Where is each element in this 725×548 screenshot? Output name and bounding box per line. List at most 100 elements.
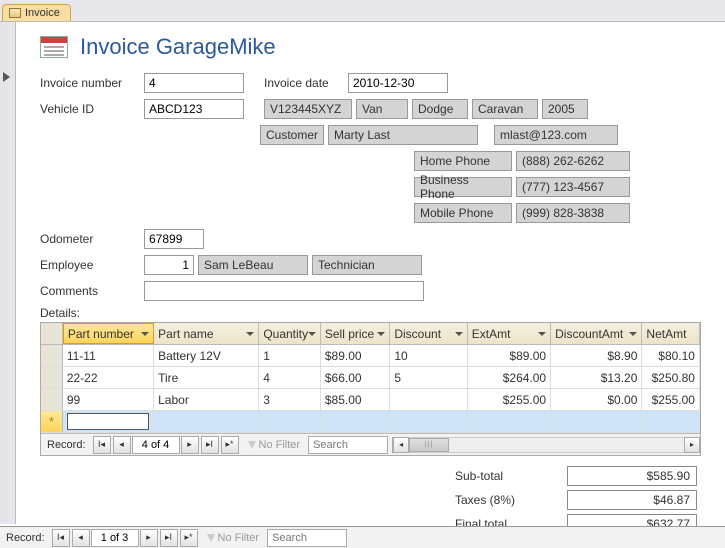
cell-extamt[interactable]: $264.00 bbox=[468, 367, 551, 388]
chevron-down-icon bbox=[141, 332, 149, 336]
label-details: Details: bbox=[40, 306, 701, 320]
vehicle-id-field[interactable] bbox=[144, 99, 244, 119]
main-nav-prev-button[interactable]: ◂ bbox=[72, 529, 90, 547]
cell-quantity[interactable]: 3 bbox=[259, 389, 321, 410]
cell-part-name[interactable]: Battery 12V bbox=[154, 345, 259, 366]
scroll-left-button[interactable]: ◂ bbox=[393, 437, 409, 453]
label-employee: Employee bbox=[40, 258, 140, 272]
cell-netamt[interactable]: $255.00 bbox=[642, 389, 700, 410]
new-part-number-input[interactable] bbox=[67, 413, 149, 430]
cell-extamt[interactable]: $255.00 bbox=[468, 389, 551, 410]
record-selector-bar[interactable] bbox=[0, 22, 16, 524]
main-nav-bar: Record: I◂ ◂ ▸ ▸I ▸* No Filter bbox=[0, 526, 725, 548]
invoice-number-field[interactable] bbox=[144, 73, 244, 93]
main-nav-next-button[interactable]: ▸ bbox=[140, 529, 158, 547]
col-sell-price[interactable]: Sell price bbox=[321, 323, 390, 344]
home-phone: (888) 262-6262 bbox=[516, 151, 630, 171]
cell-part-number[interactable]: 22-22 bbox=[63, 367, 154, 388]
grid-new-row[interactable]: * bbox=[41, 411, 700, 433]
main-nav-last-button[interactable]: ▸I bbox=[160, 529, 178, 547]
customer-email: mlast@123.com bbox=[494, 125, 618, 145]
cell-discountamt[interactable]: $8.90 bbox=[551, 345, 642, 366]
invoice-date-field[interactable] bbox=[348, 73, 448, 93]
tab-invoice[interactable]: Invoice bbox=[2, 4, 71, 21]
main-nav-new-button[interactable]: ▸* bbox=[180, 529, 198, 547]
col-netamt[interactable]: NetAmt bbox=[642, 323, 700, 344]
label-vehicle-id: Vehicle ID bbox=[40, 102, 140, 116]
cell-part-name[interactable]: Labor bbox=[154, 389, 259, 410]
cell-part-number[interactable]: 99 bbox=[63, 389, 154, 410]
cell-discount[interactable]: 5 bbox=[390, 367, 467, 388]
label-comments: Comments bbox=[40, 284, 140, 298]
col-part-name[interactable]: Part name bbox=[154, 323, 259, 344]
grid-corner[interactable] bbox=[41, 323, 63, 344]
cell-discountamt[interactable]: $0.00 bbox=[551, 389, 642, 410]
col-quantity[interactable]: Quantity bbox=[259, 323, 321, 344]
cell-discount[interactable] bbox=[390, 389, 467, 410]
table-row[interactable]: 22-22Tire4$66.005$264.00$13.20$250.80 bbox=[41, 367, 700, 389]
employee-name: Sam LeBeau bbox=[198, 255, 308, 275]
col-part-number[interactable]: Part number bbox=[63, 323, 154, 344]
label-invoice-date: Invoice date bbox=[264, 76, 344, 90]
nav-next-button[interactable]: ▸ bbox=[181, 436, 199, 454]
funnel-icon bbox=[248, 441, 256, 449]
main-nav-search-input[interactable] bbox=[267, 529, 347, 547]
subform-nav-bar: Record: I◂ ◂ ▸ ▸I ▸* No Filter ◂ ▸ bbox=[41, 433, 700, 455]
row-selector[interactable] bbox=[41, 345, 63, 366]
cell-quantity[interactable]: 1 bbox=[259, 345, 321, 366]
main-nav-position[interactable] bbox=[91, 529, 139, 547]
col-discount[interactable]: Discount bbox=[390, 323, 467, 344]
main-nav-record-label: Record: bbox=[0, 532, 51, 544]
vehicle-model: Caravan bbox=[472, 99, 538, 119]
form-header: Invoice GarageMike bbox=[0, 22, 725, 68]
chevron-down-icon bbox=[629, 332, 637, 336]
row-selector[interactable] bbox=[41, 367, 63, 388]
business-phone: (777) 123-4567 bbox=[516, 177, 630, 197]
vehicle-make: Dodge bbox=[412, 99, 468, 119]
cell-netamt[interactable]: $250.80 bbox=[642, 367, 700, 388]
col-extamt[interactable]: ExtAmt bbox=[468, 323, 551, 344]
nav-record-label: Record: bbox=[41, 439, 92, 451]
odometer-field[interactable] bbox=[144, 229, 204, 249]
nav-search-input[interactable] bbox=[308, 436, 388, 454]
nav-last-button[interactable]: ▸I bbox=[201, 436, 219, 454]
comments-field[interactable] bbox=[144, 281, 424, 301]
scroll-thumb[interactable] bbox=[409, 438, 449, 452]
label-subtotal: Sub-total bbox=[455, 469, 555, 483]
table-row[interactable]: 11-11Battery 12V1$89.0010$89.00$8.90$80.… bbox=[41, 345, 700, 367]
cell-part-name[interactable]: Tire bbox=[154, 367, 259, 388]
subform-hscroll[interactable]: ◂ ▸ bbox=[392, 437, 700, 453]
vehicle-body: Van bbox=[356, 99, 408, 119]
table-row[interactable]: 99Labor3$85.00 $255.00$0.00$255.00 bbox=[41, 389, 700, 411]
customer-name: Marty Last bbox=[328, 125, 478, 145]
employee-id-field[interactable] bbox=[144, 255, 194, 275]
cell-quantity[interactable]: 4 bbox=[259, 367, 321, 388]
nav-prev-button[interactable]: ◂ bbox=[113, 436, 131, 454]
scroll-right-button[interactable]: ▸ bbox=[684, 437, 700, 453]
nav-new-button[interactable]: ▸* bbox=[221, 436, 239, 454]
label-mobile-phone: Mobile Phone bbox=[414, 203, 512, 223]
main-nav-first-button[interactable]: I◂ bbox=[52, 529, 70, 547]
page-title: Invoice GarageMike bbox=[80, 34, 276, 60]
chevron-down-icon bbox=[377, 332, 385, 336]
label-odometer: Odometer bbox=[40, 232, 140, 246]
nav-position[interactable] bbox=[132, 436, 180, 454]
cell-sell-price[interactable]: $66.00 bbox=[321, 367, 390, 388]
col-discountamt[interactable]: DiscountAmt bbox=[551, 323, 642, 344]
vehicle-year: 2005 bbox=[542, 99, 588, 119]
cell-discountamt[interactable]: $13.20 bbox=[551, 367, 642, 388]
cell-extamt[interactable]: $89.00 bbox=[468, 345, 551, 366]
cell-part-number[interactable]: 11-11 bbox=[63, 345, 154, 366]
mobile-phone: (999) 828-3838 bbox=[516, 203, 630, 223]
cell-sell-price[interactable]: $85.00 bbox=[321, 389, 390, 410]
cell-sell-price[interactable]: $89.00 bbox=[321, 345, 390, 366]
chevron-down-icon bbox=[246, 332, 254, 336]
subtotal-value: $585.90 bbox=[567, 466, 697, 486]
form-icon bbox=[9, 8, 21, 18]
row-selector[interactable] bbox=[41, 389, 63, 410]
taxes-value: $46.87 bbox=[567, 490, 697, 510]
cell-netamt[interactable]: $80.10 bbox=[642, 345, 700, 366]
nav-first-button[interactable]: I◂ bbox=[93, 436, 111, 454]
scroll-track[interactable] bbox=[409, 437, 684, 453]
cell-discount[interactable]: 10 bbox=[390, 345, 467, 366]
